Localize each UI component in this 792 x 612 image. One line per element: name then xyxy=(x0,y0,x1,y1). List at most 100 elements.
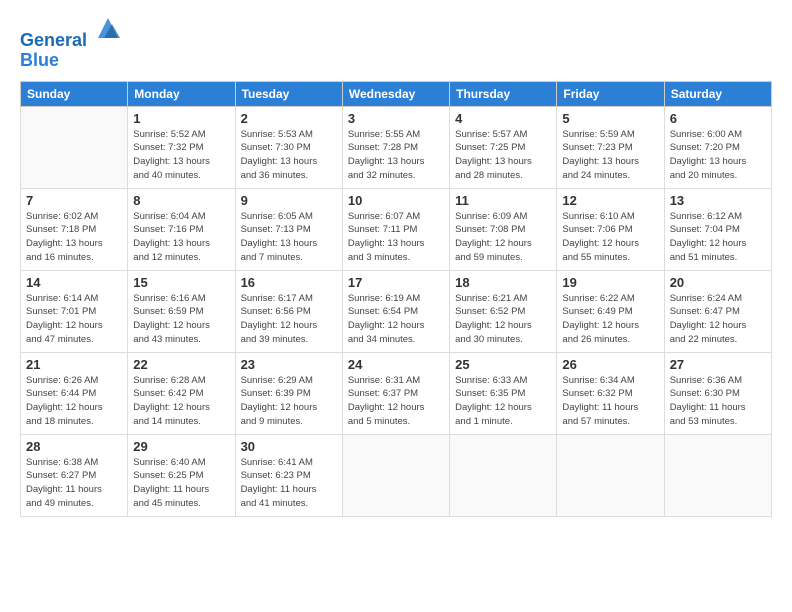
day-info: Sunrise: 6:26 AM Sunset: 6:44 PM Dayligh… xyxy=(26,374,122,429)
calendar-cell: 25 Sunrise: 6:33 AM Sunset: 6:35 PM Dayli… xyxy=(450,352,557,434)
day-number: 15 xyxy=(133,275,229,290)
calendar-cell: 5 Sunrise: 5:59 AM Sunset: 7:23 PM Daylig… xyxy=(557,106,664,188)
calendar-cell: 3Sunrise: 5:55 AM Sunset: 7:28 PM Daylig… xyxy=(342,106,449,188)
day-info: Sunrise: 6:28 AM Sunset: 6:42 PM Dayligh… xyxy=(133,374,229,429)
calendar-cell: 20 Sunrise: 6:24 AM Sunset: 6:47 PM Dayli… xyxy=(664,270,771,352)
weekday-header: Wednesday xyxy=(342,81,449,106)
day-info: Sunrise: 6:10 AM Sunset: 7:06 PM Dayligh… xyxy=(562,210,658,265)
day-number: 17 xyxy=(348,275,444,290)
logo-icon xyxy=(94,14,122,42)
day-number: 29 xyxy=(133,439,229,454)
calendar-cell: 16 Sunrise: 6:17 AM Sunset: 6:56 PM Dayli… xyxy=(235,270,342,352)
logo-blue: Blue xyxy=(20,51,122,71)
day-number: 30 xyxy=(241,439,337,454)
day-number: 7 xyxy=(26,193,122,208)
day-number: 23 xyxy=(241,357,337,372)
calendar-cell: 19 Sunrise: 6:22 AM Sunset: 6:49 PM Dayli… xyxy=(557,270,664,352)
day-info: Sunrise: 6:31 AM Sunset: 6:37 PM Dayligh… xyxy=(348,374,444,429)
day-number: 6 xyxy=(670,111,766,126)
day-info: Sunrise: 6:16 AM Sunset: 6:59 PM Dayligh… xyxy=(133,292,229,347)
day-number: 9 xyxy=(241,193,337,208)
day-info: Sunrise: 5:55 AM Sunset: 7:28 PM Dayligh… xyxy=(348,128,444,183)
calendar-cell: 30Sunrise: 6:41 AM Sunset: 6:23 PM Dayli… xyxy=(235,434,342,516)
day-info: Sunrise: 6:14 AM Sunset: 7:01 PM Dayligh… xyxy=(26,292,122,347)
day-info: Sunrise: 6:29 AM Sunset: 6:39 PM Dayligh… xyxy=(241,374,337,429)
calendar-cell: 24Sunrise: 6:31 AM Sunset: 6:37 PM Dayli… xyxy=(342,352,449,434)
calendar-cell: 23 Sunrise: 6:29 AM Sunset: 6:39 PM Dayli… xyxy=(235,352,342,434)
day-info: Sunrise: 5:57 AM Sunset: 7:25 PM Dayligh… xyxy=(455,128,551,183)
calendar-header-row: SundayMondayTuesdayWednesdayThursdayFrid… xyxy=(21,81,772,106)
calendar-cell: 26 Sunrise: 6:34 AM Sunset: 6:32 PM Dayli… xyxy=(557,352,664,434)
calendar-cell: 15 Sunrise: 6:16 AM Sunset: 6:59 PM Dayli… xyxy=(128,270,235,352)
day-number: 26 xyxy=(562,357,658,372)
calendar-cell xyxy=(21,106,128,188)
calendar-cell: 11 Sunrise: 6:09 AM Sunset: 7:08 PM Dayli… xyxy=(450,188,557,270)
calendar-week-row: 28Sunrise: 6:38 AM Sunset: 6:27 PM Dayli… xyxy=(21,434,772,516)
calendar: SundayMondayTuesdayWednesdayThursdayFrid… xyxy=(20,81,772,517)
calendar-cell: 8Sunrise: 6:04 AM Sunset: 7:16 PM Daylig… xyxy=(128,188,235,270)
day-number: 4 xyxy=(455,111,551,126)
calendar-week-row: 7 Sunrise: 6:02 AM Sunset: 7:18 PM Daylig… xyxy=(21,188,772,270)
day-number: 21 xyxy=(26,357,122,372)
day-info: Sunrise: 6:07 AM Sunset: 7:11 PM Dayligh… xyxy=(348,210,444,265)
day-info: Sunrise: 6:22 AM Sunset: 6:49 PM Dayligh… xyxy=(562,292,658,347)
calendar-cell: 13 Sunrise: 6:12 AM Sunset: 7:04 PM Dayli… xyxy=(664,188,771,270)
day-info: Sunrise: 6:02 AM Sunset: 7:18 PM Dayligh… xyxy=(26,210,122,265)
weekday-header: Friday xyxy=(557,81,664,106)
calendar-cell: 17 Sunrise: 6:19 AM Sunset: 6:54 PM Dayli… xyxy=(342,270,449,352)
calendar-cell: 2 Sunrise: 5:53 AM Sunset: 7:30 PM Daylig… xyxy=(235,106,342,188)
calendar-week-row: 21 Sunrise: 6:26 AM Sunset: 6:44 PM Dayli… xyxy=(21,352,772,434)
header: General Blue xyxy=(20,18,772,71)
weekday-header: Thursday xyxy=(450,81,557,106)
day-number: 14 xyxy=(26,275,122,290)
day-number: 25 xyxy=(455,357,551,372)
day-info: Sunrise: 6:24 AM Sunset: 6:47 PM Dayligh… xyxy=(670,292,766,347)
day-number: 2 xyxy=(241,111,337,126)
day-info: Sunrise: 5:53 AM Sunset: 7:30 PM Dayligh… xyxy=(241,128,337,183)
day-info: Sunrise: 6:09 AM Sunset: 7:08 PM Dayligh… xyxy=(455,210,551,265)
page: General Blue SundayMondayTuesdayWednesda… xyxy=(0,0,792,612)
day-info: Sunrise: 6:21 AM Sunset: 6:52 PM Dayligh… xyxy=(455,292,551,347)
calendar-cell xyxy=(450,434,557,516)
calendar-cell: 12 Sunrise: 6:10 AM Sunset: 7:06 PM Dayli… xyxy=(557,188,664,270)
weekday-header: Monday xyxy=(128,81,235,106)
day-info: Sunrise: 6:00 AM Sunset: 7:20 PM Dayligh… xyxy=(670,128,766,183)
day-info: Sunrise: 5:52 AM Sunset: 7:32 PM Dayligh… xyxy=(133,128,229,183)
calendar-cell: 28Sunrise: 6:38 AM Sunset: 6:27 PM Dayli… xyxy=(21,434,128,516)
calendar-cell: 10 Sunrise: 6:07 AM Sunset: 7:11 PM Dayli… xyxy=(342,188,449,270)
day-number: 19 xyxy=(562,275,658,290)
day-number: 20 xyxy=(670,275,766,290)
calendar-cell xyxy=(342,434,449,516)
day-info: Sunrise: 6:33 AM Sunset: 6:35 PM Dayligh… xyxy=(455,374,551,429)
day-info: Sunrise: 6:34 AM Sunset: 6:32 PM Dayligh… xyxy=(562,374,658,429)
day-number: 18 xyxy=(455,275,551,290)
day-info: Sunrise: 6:12 AM Sunset: 7:04 PM Dayligh… xyxy=(670,210,766,265)
day-number: 13 xyxy=(670,193,766,208)
weekday-header: Sunday xyxy=(21,81,128,106)
calendar-cell: 1 Sunrise: 5:52 AM Sunset: 7:32 PM Daylig… xyxy=(128,106,235,188)
day-info: Sunrise: 6:19 AM Sunset: 6:54 PM Dayligh… xyxy=(348,292,444,347)
day-number: 8 xyxy=(133,193,229,208)
calendar-cell: 21 Sunrise: 6:26 AM Sunset: 6:44 PM Dayli… xyxy=(21,352,128,434)
logo: General Blue xyxy=(20,18,122,71)
day-info: Sunrise: 5:59 AM Sunset: 7:23 PM Dayligh… xyxy=(562,128,658,183)
day-number: 5 xyxy=(562,111,658,126)
calendar-week-row: 14 Sunrise: 6:14 AM Sunset: 7:01 PM Dayli… xyxy=(21,270,772,352)
day-number: 22 xyxy=(133,357,229,372)
calendar-cell: 29 Sunrise: 6:40 AM Sunset: 6:25 PM Dayli… xyxy=(128,434,235,516)
day-info: Sunrise: 6:38 AM Sunset: 6:27 PM Dayligh… xyxy=(26,456,122,511)
day-number: 16 xyxy=(241,275,337,290)
day-number: 10 xyxy=(348,193,444,208)
logo-general: General xyxy=(20,30,87,50)
day-info: Sunrise: 6:36 AM Sunset: 6:30 PM Dayligh… xyxy=(670,374,766,429)
calendar-cell: 6 Sunrise: 6:00 AM Sunset: 7:20 PM Daylig… xyxy=(664,106,771,188)
calendar-cell xyxy=(557,434,664,516)
day-info: Sunrise: 6:40 AM Sunset: 6:25 PM Dayligh… xyxy=(133,456,229,511)
calendar-cell: 14 Sunrise: 6:14 AM Sunset: 7:01 PM Dayli… xyxy=(21,270,128,352)
day-number: 11 xyxy=(455,193,551,208)
day-number: 1 xyxy=(133,111,229,126)
day-number: 12 xyxy=(562,193,658,208)
day-number: 27 xyxy=(670,357,766,372)
day-info: Sunrise: 6:17 AM Sunset: 6:56 PM Dayligh… xyxy=(241,292,337,347)
calendar-cell: 27 Sunrise: 6:36 AM Sunset: 6:30 PM Dayli… xyxy=(664,352,771,434)
